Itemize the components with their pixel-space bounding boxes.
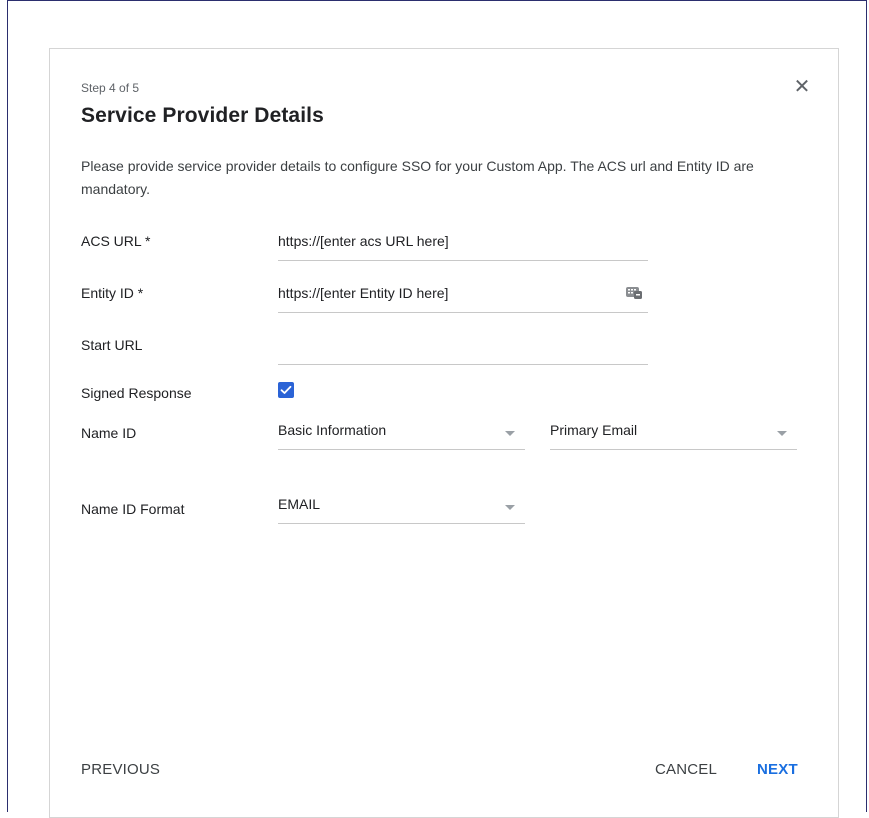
service-provider-dialog: Step 4 of 5 Service Provider Details ✕ P… — [49, 48, 839, 818]
chevron-down-icon — [505, 431, 515, 436]
step-indicator: Step 4 of 5 — [81, 81, 140, 95]
name-id-category-value: Basic Information — [278, 422, 387, 438]
next-button[interactable]: NEXT — [757, 761, 798, 778]
name-id-label: Name ID — [81, 425, 137, 441]
chevron-down-icon — [505, 505, 515, 510]
entity-id-value: https://[enter Entity ID here] — [278, 285, 449, 301]
keyboard-icon[interactable] — [626, 285, 642, 301]
entity-id-label: Entity ID * — [81, 285, 144, 301]
name-id-format-value: EMAIL — [278, 496, 321, 512]
close-icon[interactable]: ✕ — [792, 77, 812, 97]
checkmark-icon — [280, 385, 292, 394]
name-id-attribute-select[interactable]: Primary Email — [550, 422, 797, 450]
signed-response-label: Signed Response — [81, 385, 192, 401]
cancel-button[interactable]: CANCEL — [655, 761, 717, 778]
acs-url-input[interactable]: https://[enter acs URL here] — [278, 233, 648, 261]
name-id-attribute-value: Primary Email — [550, 422, 638, 438]
name-id-category-select[interactable]: Basic Information — [278, 422, 525, 450]
dialog-description: Please provide service provider details … — [81, 158, 754, 197]
acs-url-value: https://[enter acs URL here] — [278, 233, 449, 249]
acs-url-label: ACS URL * — [81, 233, 151, 249]
name-id-format-label: Name ID Format — [81, 501, 185, 517]
dialog-title: Service Provider Details — [81, 104, 324, 127]
signed-response-checkbox[interactable] — [278, 382, 294, 398]
start-url-label: Start URL — [81, 337, 143, 353]
chevron-down-icon — [777, 431, 787, 436]
entity-id-input[interactable]: https://[enter Entity ID here] — [278, 285, 648, 313]
start-url-input[interactable] — [278, 337, 648, 365]
previous-button[interactable]: PREVIOUS — [81, 761, 160, 778]
name-id-format-select[interactable]: EMAIL — [278, 496, 525, 524]
